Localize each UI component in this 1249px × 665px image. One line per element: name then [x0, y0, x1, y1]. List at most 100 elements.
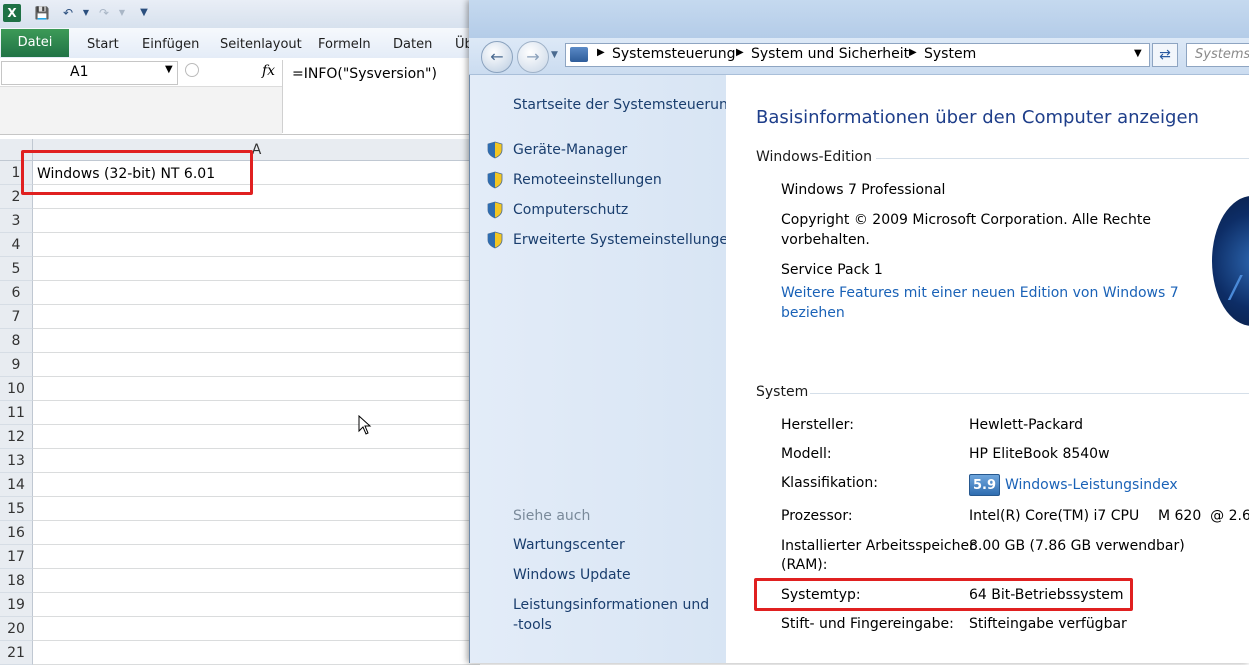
breadcrumb-system[interactable]: System	[924, 46, 976, 62]
sidebar-item-geraete-manager[interactable]: Geräte-Manager	[513, 142, 627, 158]
address-history-dropdown-icon[interactable]: ▼	[1134, 48, 1142, 59]
tab-start[interactable]: Start	[87, 37, 119, 52]
table-row[interactable]	[33, 617, 480, 641]
row-header[interactable]: 8	[0, 329, 33, 353]
page-title: Basisinformationen über den Computer anz…	[756, 107, 1199, 128]
ram-label: Installierter Arbeitsspeicher	[781, 538, 975, 554]
sidebar-item-windows-update[interactable]: Windows Update	[513, 567, 631, 583]
row-headers: 1 2 3 4 5 6 7 8 9 10 11 12 13 14 15 16 17 18 19 20 21	[0, 161, 33, 665]
highlight-box-cell-a1	[21, 150, 253, 195]
breadcrumb-separator-icon[interactable]: ▶	[736, 47, 744, 58]
sidebar-item-erweiterte-systemeinstellungen[interactable]: Erweiterte Systemeinstellungen	[513, 232, 737, 248]
tab-insert[interactable]: Einfügen	[142, 37, 199, 52]
row-header[interactable]: 18	[0, 569, 33, 593]
forward-button[interactable]: →	[517, 41, 549, 73]
table-row[interactable]	[33, 449, 480, 473]
sidebar-item-computerschutz[interactable]: Computerschutz	[513, 202, 628, 218]
formula-input[interactable]: =INFO("Sysversion")	[292, 66, 437, 82]
row-header[interactable]: 11	[0, 401, 33, 425]
more-features-link[interactable]: Weitere Features mit einer neuen Edition…	[781, 285, 1179, 301]
sidebar-item-remoteeinstellungen[interactable]: Remoteeinstellungen	[513, 172, 662, 188]
redo-dropdown-icon[interactable]: ▼	[114, 5, 130, 21]
redo-icon[interactable]: ↷	[96, 5, 112, 21]
breadcrumb-separator-icon[interactable]: ▶	[909, 47, 917, 58]
breadcrumb-system-und-sicherheit[interactable]: System und Sicherheit	[751, 46, 909, 62]
undo-dropdown-icon[interactable]: ▼	[78, 5, 94, 21]
table-row[interactable]	[33, 209, 480, 233]
breadcrumb-systemsteuerung[interactable]: Systemsteuerung	[612, 46, 735, 62]
table-row[interactable]	[33, 521, 480, 545]
table-row[interactable]	[33, 473, 480, 497]
row-header[interactable]: 14	[0, 473, 33, 497]
sidebar-item-leistungsinformationen[interactable]: Leistungsinformationen und	[513, 597, 709, 613]
row-header[interactable]: 20	[0, 617, 33, 641]
table-row[interactable]	[33, 545, 480, 569]
table-row[interactable]	[33, 329, 480, 353]
performance-score-badge: 5.9	[969, 474, 1000, 496]
table-row[interactable]	[33, 593, 480, 617]
sidebar-item-leistungsinformationen-line2[interactable]: -tools	[513, 617, 552, 633]
table-row[interactable]	[33, 305, 480, 329]
tab-formulas[interactable]: Formeln	[318, 37, 371, 52]
refresh-button[interactable]: ⇄	[1152, 43, 1178, 67]
model-value: HP EliteBook 8540w	[969, 446, 1110, 462]
row-header[interactable]: 6	[0, 281, 33, 305]
formula-bar-lower-area	[0, 86, 282, 134]
sidebar-item-wartungscenter[interactable]: Wartungscenter	[513, 537, 625, 553]
model-label: Modell:	[781, 446, 832, 462]
name-box[interactable]	[1, 61, 178, 85]
table-row[interactable]	[33, 257, 480, 281]
edition-name: Windows 7 Professional	[781, 182, 946, 198]
row-header[interactable]: 21	[0, 641, 33, 665]
formula-bar-divider	[282, 60, 283, 133]
tab-page-layout[interactable]: Seitenlayout	[220, 37, 302, 52]
customize-qat-icon[interactable]: ▼	[136, 5, 152, 21]
processor-model: M 620 @ 2.67	[1158, 508, 1249, 524]
row-header[interactable]: 10	[0, 377, 33, 401]
insert-function-icon[interactable]: fx	[262, 63, 275, 79]
row-header[interactable]: 5	[0, 257, 33, 281]
table-row[interactable]	[33, 281, 480, 305]
row-header[interactable]: 19	[0, 593, 33, 617]
excel-logo-icon: X	[3, 4, 21, 22]
processor-label: Prozessor:	[781, 508, 853, 524]
row-header[interactable]: 15	[0, 497, 33, 521]
row-header[interactable]: 12	[0, 425, 33, 449]
row-header[interactable]: 17	[0, 545, 33, 569]
recent-pages-dropdown-icon[interactable]: ▼	[551, 50, 558, 60]
row-header[interactable]: 7	[0, 305, 33, 329]
pen-touch-label: Stift- und Fingereingabe:	[781, 616, 954, 632]
breadcrumb-separator-icon[interactable]: ▶	[597, 47, 605, 58]
row-header[interactable]: 16	[0, 521, 33, 545]
table-row[interactable]	[33, 497, 480, 521]
shield-icon	[487, 171, 503, 189]
window-title-bar	[469, 0, 1249, 38]
back-button[interactable]: ←	[481, 41, 513, 73]
worksheet-grid[interactable]	[33, 161, 480, 665]
pen-touch-value: Stifteingabe verfügbar	[969, 616, 1127, 632]
tab-data[interactable]: Daten	[393, 37, 432, 52]
more-features-link-line2[interactable]: beziehen	[781, 305, 845, 321]
tab-file[interactable]: Datei	[1, 29, 69, 57]
search-placeholder: Systems	[1195, 47, 1249, 62]
row-header[interactable]: 13	[0, 449, 33, 473]
chevron-down-icon[interactable]: ▼	[165, 64, 173, 75]
control-panel-icon	[570, 47, 588, 62]
table-row[interactable]	[33, 401, 480, 425]
row-header[interactable]: 4	[0, 233, 33, 257]
save-icon[interactable]: 💾	[34, 5, 50, 21]
table-row[interactable]	[33, 641, 480, 665]
table-row[interactable]	[33, 569, 480, 593]
shield-icon	[487, 141, 503, 159]
service-pack: Service Pack 1	[781, 262, 883, 278]
table-row[interactable]	[33, 353, 480, 377]
table-row[interactable]	[33, 233, 480, 257]
row-header[interactable]: 3	[0, 209, 33, 233]
control-panel-home-link[interactable]: Startseite der Systemsteuerung	[513, 97, 737, 113]
windows-experience-index-link[interactable]: Windows-Leistungsindex	[1005, 477, 1178, 493]
undo-icon[interactable]: ↶	[60, 5, 76, 21]
table-row[interactable]	[33, 377, 480, 401]
formula-bar-handle-icon[interactable]	[185, 63, 199, 77]
row-header[interactable]: 9	[0, 353, 33, 377]
table-row[interactable]	[33, 425, 480, 449]
